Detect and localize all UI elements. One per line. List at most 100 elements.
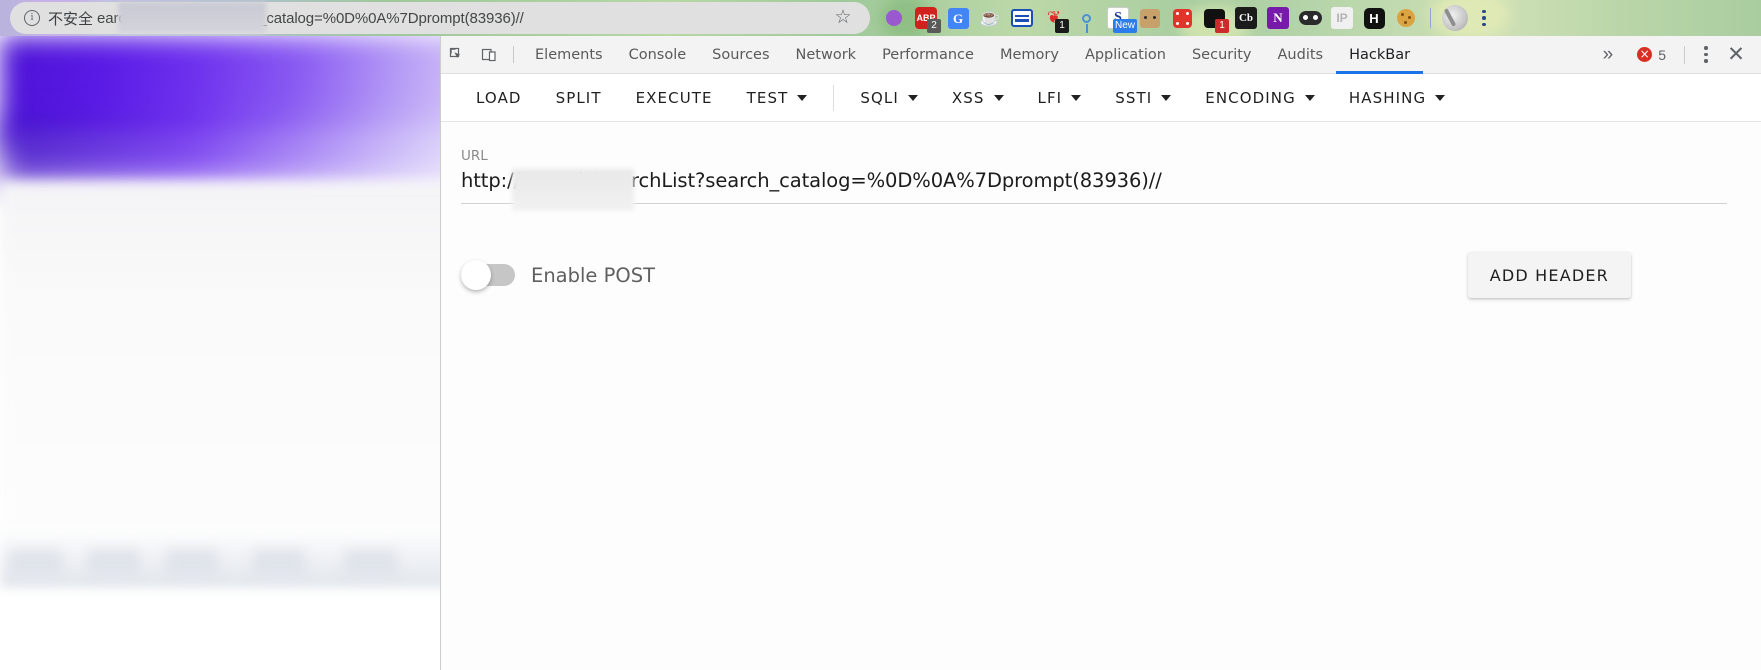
toolbar-separator — [513, 46, 514, 63]
error-count-label: 5 — [1658, 46, 1666, 63]
extension-badge-count: 1 — [1055, 19, 1069, 33]
chevron-down-icon — [907, 94, 918, 101]
post-options-row: Enable POST ADD HEADER — [461, 252, 1727, 298]
load-button-label: LOAD — [476, 88, 522, 107]
google-translate-icon[interactable]: G — [942, 0, 974, 36]
red-dice-icon[interactable] — [1166, 0, 1198, 36]
error-circle-icon: × — [1637, 47, 1653, 62]
test-dropdown-button[interactable]: TEST — [730, 78, 825, 118]
inspect-element-icon[interactable] — [441, 36, 473, 74]
toolbar-separator — [1684, 45, 1685, 64]
chevron-down-icon — [1071, 94, 1082, 101]
adblock-plus-icon[interactable]: ABP 2 — [910, 0, 942, 36]
cookie-editor-icon[interactable] — [1390, 0, 1422, 36]
background-web-page — [0, 36, 495, 670]
split-button[interactable]: SPLIT — [539, 78, 619, 118]
profile-avatar[interactable] — [1439, 0, 1471, 36]
chevron-down-icon — [1435, 94, 1446, 101]
tab-console[interactable]: Console — [616, 36, 700, 74]
security-status-label: 不安全 — [48, 9, 94, 28]
chrome-menu-kebab-icon[interactable] — [1471, 0, 1497, 36]
star-outline-icon[interactable]: ☆ — [834, 8, 852, 27]
split-button-label: SPLIT — [555, 88, 602, 107]
xss-dropdown-button[interactable]: XSS — [935, 78, 1021, 118]
redaction-overlay — [118, 2, 266, 34]
ip-lookup-icon[interactable]: IP — [1326, 0, 1358, 36]
cb-extension-icon[interactable]: Cb — [1230, 0, 1262, 36]
hashing-dropdown-button[interactable]: HASHING — [1332, 78, 1462, 118]
error-counter[interactable]: × 5 — [1627, 47, 1676, 63]
lfi-dropdown-button[interactable]: LFI — [1021, 78, 1099, 118]
devtools-panel: Elements Console Sources Network Perform… — [440, 36, 1761, 670]
execute-button[interactable]: EXECUTE — [619, 78, 730, 118]
tab-hackbar[interactable]: HackBar — [1336, 36, 1424, 74]
tab-audits[interactable]: Audits — [1265, 36, 1337, 74]
tab-application[interactable]: Application — [1072, 36, 1179, 74]
chevron-down-icon — [993, 94, 1004, 101]
ssti-dropdown-button[interactable]: SSTI — [1098, 78, 1188, 118]
devtools-tabbar-actions: » × 5 ✕ — [1589, 36, 1761, 74]
h-extension-icon[interactable]: H — [1358, 0, 1390, 36]
chevron-down-icon — [1161, 94, 1172, 101]
page-card — [166, 550, 218, 576]
extension-badge-count: 2 — [927, 19, 941, 33]
redaction-overlay — [512, 169, 634, 211]
tab-network[interactable]: Network — [783, 36, 870, 74]
purple-dot-extension-icon[interactable] — [878, 0, 910, 36]
sqli-dropdown-button[interactable]: SQLI — [843, 78, 935, 118]
black-shape-icon[interactable]: 1 — [1198, 0, 1230, 36]
new-badge-extension-icon[interactable]: S New — [1102, 0, 1137, 36]
sqli-button-label: SQLI — [860, 88, 899, 107]
tab-sources[interactable]: Sources — [699, 36, 782, 74]
info-circle-icon[interactable] — [24, 9, 40, 26]
red-clip-icon[interactable]: ❦ 1 — [1038, 0, 1070, 36]
onenote-icon[interactable]: N — [1262, 0, 1294, 36]
load-button[interactable]: LOAD — [459, 78, 539, 118]
lfi-button-label: LFI — [1037, 88, 1063, 107]
add-header-button[interactable]: ADD HEADER — [1467, 252, 1631, 298]
page-card — [253, 550, 305, 576]
java-icon[interactable]: ☕ — [974, 0, 1006, 36]
encoding-button-label: ENCODING — [1205, 88, 1296, 107]
chevron-down-icon — [1304, 94, 1315, 101]
enable-post-label: Enable POST — [531, 263, 656, 287]
address-bar[interactable]: 不安全 earch/searchList?search_catalog=%0D%… — [10, 2, 870, 34]
tab-performance[interactable]: Performance — [869, 36, 987, 74]
page-content-area — [0, 182, 472, 562]
toolbar-separator — [833, 84, 835, 111]
toggle-knob — [461, 260, 491, 290]
chevron-overflow-icon[interactable]: » — [1589, 44, 1628, 66]
hackbar-body: URL http:///search/searchList?search_cat… — [441, 122, 1761, 670]
url-field-value[interactable]: http:///search/searchList?search_catalog… — [461, 169, 1741, 203]
location-pin-icon[interactable] — [1070, 0, 1102, 36]
hackbar-toolbar: LOAD SPLIT EXECUTE TEST SQLI XSS LFI SST… — [441, 74, 1761, 122]
toolbar-separator — [1430, 8, 1431, 28]
encoding-dropdown-button[interactable]: ENCODING — [1188, 78, 1332, 118]
extension-badge-count: 1 — [1215, 19, 1229, 33]
tab-elements[interactable]: Elements — [522, 36, 616, 74]
tab-security[interactable]: Security — [1179, 36, 1265, 74]
browser-toolbar: 不安全 earch/searchList?search_catalog=%0D%… — [0, 0, 1761, 36]
enable-post-toggle[interactable] — [461, 260, 515, 290]
mask-incognito-icon[interactable] — [1294, 0, 1326, 36]
tab-memory[interactable]: Memory — [987, 36, 1072, 74]
url-field-label: URL — [461, 148, 488, 164]
devtools-tabbar: Elements Console Sources Network Perform… — [441, 36, 1761, 74]
ssti-button-label: SSTI — [1115, 88, 1153, 107]
add-header-button-label: ADD HEADER — [1489, 265, 1609, 285]
robot-box-icon[interactable] — [1134, 0, 1166, 36]
device-toolbar-icon[interactable] — [473, 36, 505, 74]
chevron-down-icon — [797, 94, 808, 101]
close-icon[interactable]: ✕ — [1719, 36, 1753, 74]
page-card — [345, 550, 397, 576]
page-hero-banner-lower — [0, 122, 472, 184]
page-footer-strip — [0, 526, 472, 588]
url-field[interactable]: URL http:///search/searchList?search_cat… — [461, 148, 1741, 211]
page-card — [10, 550, 62, 576]
devtools-kebab-icon[interactable] — [1693, 36, 1719, 74]
page-card — [88, 550, 140, 576]
test-button-label: TEST — [746, 88, 789, 107]
execute-button-label: EXECUTE — [635, 88, 713, 107]
xss-button-label: XSS — [951, 88, 985, 107]
reader-document-icon[interactable] — [1006, 0, 1038, 36]
